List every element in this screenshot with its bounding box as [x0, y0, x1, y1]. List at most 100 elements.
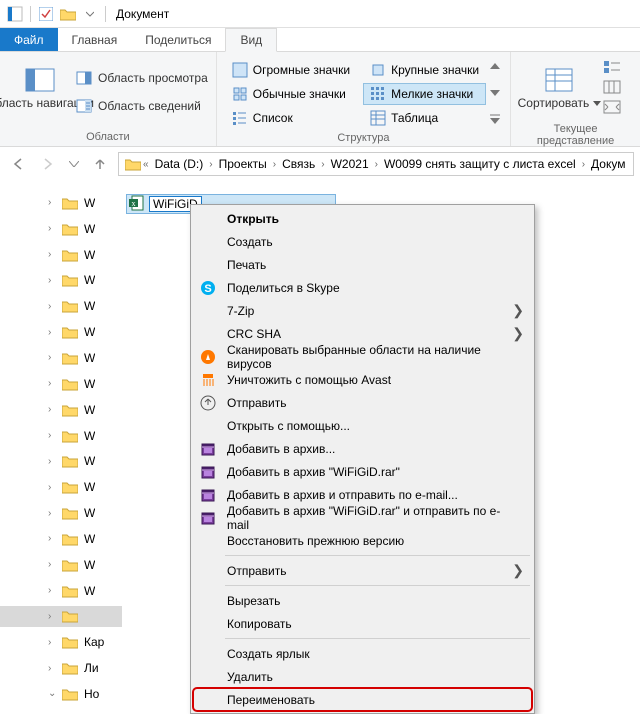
expand-arrow-icon[interactable]: › [48, 533, 58, 544]
expand-arrow-icon[interactable]: › [48, 559, 58, 570]
expand-arrow-icon[interactable]: › [48, 611, 58, 622]
chevron-icon[interactable]: › [271, 159, 278, 170]
expand-arrow-icon[interactable]: › [48, 223, 58, 234]
context-menu-item[interactable]: Удалить [193, 665, 532, 688]
expand-arrow-icon[interactable]: ⌄ [48, 688, 58, 699]
tree-item[interactable]: ›W [0, 580, 122, 602]
navigation-tree[interactable]: ›W›W›W›W›W›W›W›W›W›W›W›W›W›W›W›W››Кар›Ли… [0, 186, 122, 705]
tree-item[interactable]: ›W [0, 321, 122, 343]
tree-item[interactable]: ›W [0, 450, 122, 472]
layout-details[interactable]: Таблица [363, 107, 486, 129]
context-menu-item[interactable]: Вырезать [193, 589, 532, 612]
context-menu-item[interactable]: Добавить в архив... [193, 437, 532, 460]
tree-item[interactable]: ›W [0, 502, 122, 524]
expand-arrow-icon[interactable]: › [48, 456, 58, 467]
breadcrumb-item[interactable]: Проекты [215, 157, 271, 171]
tree-item[interactable]: ›W [0, 270, 122, 292]
layout-medium-icons[interactable]: Обычные значки [225, 83, 357, 105]
details-pane-button[interactable]: Область сведений [76, 95, 208, 117]
preview-pane-button[interactable]: Область просмотра [76, 67, 208, 89]
context-menu-item[interactable]: Печать [193, 253, 532, 276]
chevron-icon[interactable]: › [580, 159, 587, 170]
context-menu-item[interactable]: Создать ярлык [193, 642, 532, 665]
breadcrumb-root-icon[interactable] [121, 157, 141, 171]
layout-extra-large-icons[interactable]: Огромные значки [225, 59, 357, 81]
tree-item[interactable]: ›W [0, 476, 122, 498]
expand-arrow-icon[interactable]: › [48, 585, 58, 596]
expand-arrow-icon[interactable]: › [48, 197, 58, 208]
tab-home[interactable]: Главная [58, 28, 132, 51]
tree-item[interactable]: ›W [0, 373, 122, 395]
expand-arrow-icon[interactable]: › [48, 352, 58, 363]
breadcrumb-item[interactable]: Data (D:) [151, 157, 208, 171]
nav-forward-button[interactable] [36, 152, 60, 176]
chevron-icon[interactable]: › [373, 159, 380, 170]
context-menu-item[interactable]: Сканировать выбранные области на наличие… [193, 345, 532, 368]
breadcrumb-item[interactable]: W0099 снять защиту с листа excel [380, 157, 580, 171]
context-menu-item[interactable]: Копировать [193, 612, 532, 635]
context-menu-item[interactable]: Открыть [193, 207, 532, 230]
tab-share[interactable]: Поделиться [131, 28, 225, 51]
add-columns-icon[interactable] [603, 80, 621, 96]
expand-arrow-icon[interactable]: › [48, 663, 58, 674]
group-by-icon[interactable] [603, 60, 621, 76]
expand-arrow-icon[interactable]: › [48, 508, 58, 519]
nav-up-button[interactable] [88, 152, 112, 176]
size-columns-icon[interactable] [603, 100, 621, 116]
tree-item[interactable]: ⌄Но [0, 683, 122, 705]
tree-item[interactable]: ›W [0, 192, 122, 214]
layout-small-icons[interactable]: Мелкие значки [363, 83, 486, 105]
tree-item[interactable]: ›W [0, 554, 122, 576]
tab-view[interactable]: Вид [225, 28, 277, 52]
addressbar[interactable]: « Data (D:) › Проекты › Связь › W2021 › … [118, 152, 634, 176]
expand-arrow-icon[interactable]: › [48, 378, 58, 389]
layout-list[interactable]: Список [225, 107, 357, 129]
expand-arrow-icon[interactable]: › [48, 327, 58, 338]
context-menu-item[interactable]: 7-Zip❯ [193, 299, 532, 322]
nav-recent-button[interactable] [66, 152, 82, 176]
expand-arrow-icon[interactable]: › [48, 637, 58, 648]
qat-dropdown-icon[interactable] [81, 5, 99, 23]
breadcrumb-item[interactable]: Связь [278, 157, 319, 171]
tree-item[interactable]: ›W [0, 218, 122, 240]
chevron-icon[interactable]: › [207, 159, 214, 170]
context-menu-item[interactable]: Отправить [193, 391, 532, 414]
tree-item[interactable]: › [0, 606, 122, 628]
breadcrumb-item[interactable]: Докум [587, 157, 629, 171]
tree-item[interactable]: ›W [0, 399, 122, 421]
expand-arrow-icon[interactable]: › [48, 404, 58, 415]
expand-arrow-icon[interactable]: › [48, 275, 58, 286]
expand-arrow-icon[interactable]: › [48, 482, 58, 493]
tree-item[interactable]: ›W [0, 425, 122, 447]
context-menu-item[interactable]: Добавить в архив "WiFiGiD.rar" и отправи… [193, 506, 532, 529]
tree-item[interactable]: ›W [0, 295, 122, 317]
sort-button[interactable]: Сортировать [519, 56, 599, 120]
navigation-pane-button[interactable]: Область навигации [8, 56, 72, 120]
tab-file[interactable]: Файл [0, 28, 58, 51]
context-menu-item[interactable]: SПоделиться в Skype [193, 276, 532, 299]
expand-arrow-icon[interactable]: › [48, 430, 58, 441]
context-menu-item[interactable]: Переименовать [193, 688, 532, 711]
layout-large-icons[interactable]: Крупные значки [363, 59, 486, 81]
context-menu-item[interactable]: Добавить в архив "WiFiGiD.rar" [193, 460, 532, 483]
properties-icon[interactable] [37, 5, 55, 23]
context-menu-item[interactable]: Создать [193, 230, 532, 253]
newfolder-icon[interactable] [59, 5, 77, 23]
context-menu-item[interactable]: Отправить❯ [193, 559, 532, 582]
tree-item[interactable]: ›W [0, 528, 122, 550]
tree-item[interactable]: ›W [0, 347, 122, 369]
breadcrumb-item[interactable]: W2021 [327, 157, 373, 171]
expand-arrow-icon[interactable]: › [48, 301, 58, 312]
nav-back-button[interactable] [6, 152, 30, 176]
context-menu-item[interactable]: Восстановить прежнюю версию [193, 529, 532, 552]
tree-item[interactable]: ›Ли [0, 657, 122, 679]
layout-gallery-expand-icon[interactable] [488, 112, 502, 126]
tree-item[interactable]: ›W [0, 244, 122, 266]
layout-scroll-up-icon[interactable] [488, 59, 502, 73]
context-menu-item[interactable]: Уничтожить с помощью Avast [193, 368, 532, 391]
tree-item[interactable]: ›Кар [0, 631, 122, 653]
layout-scroll-down-icon[interactable] [488, 86, 502, 100]
context-menu-item[interactable]: Открыть с помощью... [193, 414, 532, 437]
chevron-icon[interactable]: « [141, 159, 151, 170]
chevron-icon[interactable]: › [319, 159, 326, 170]
